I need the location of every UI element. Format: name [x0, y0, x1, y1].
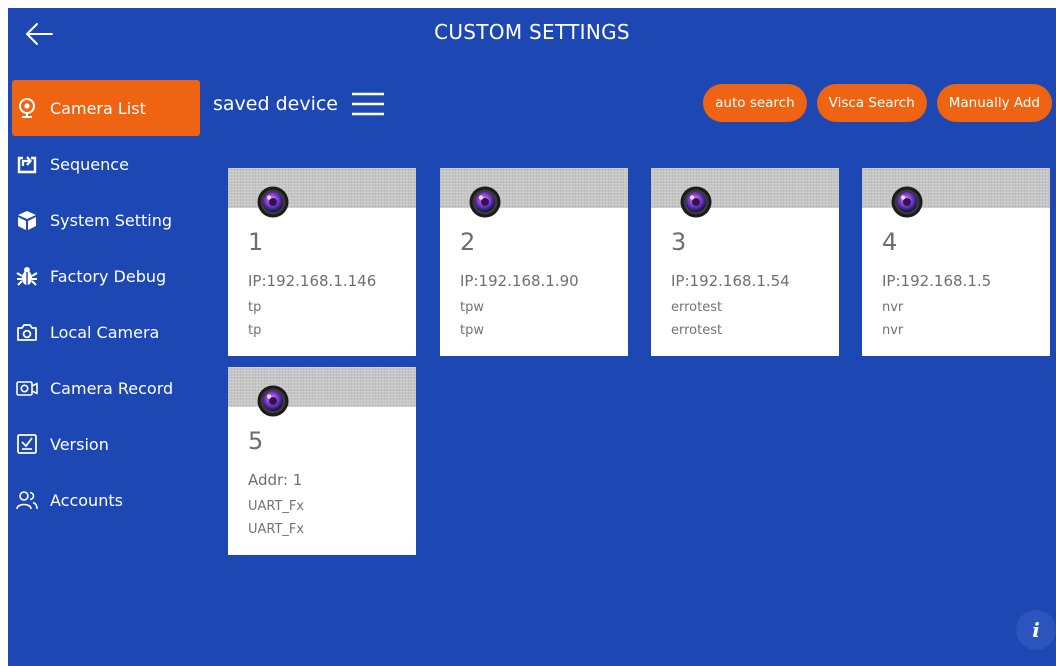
- camera-lens-icon: [469, 186, 501, 218]
- device-card-4[interactable]: 4 IP:192.168.1.5 nvr nvr: [862, 168, 1050, 356]
- camera-lens-icon: [680, 186, 712, 218]
- manually-add-button[interactable]: Manually Add: [936, 84, 1052, 122]
- device-user: tp: [248, 323, 262, 338]
- device-card-2[interactable]: 2 IP:192.168.1.90 tpw tpw: [440, 168, 628, 356]
- device-name: tp: [248, 300, 262, 315]
- device-number: 3: [671, 228, 687, 256]
- sidebar-item-label: System Setting: [50, 210, 173, 230]
- device-name: tpw: [460, 300, 484, 315]
- sidebar-item-version[interactable]: Version: [8, 416, 200, 472]
- app-window: CUSTOM SETTINGS Camera List Sequence Sys…: [8, 8, 1056, 666]
- device-card-3[interactable]: 3 IP:192.168.1.54 errotest errotest: [651, 168, 839, 356]
- sidebar-item-camera-list[interactable]: Camera List: [12, 80, 200, 136]
- sidebar-item-system-setting[interactable]: System Setting: [8, 192, 200, 248]
- camera-lens-icon: [257, 385, 289, 417]
- camera-icon: [16, 321, 38, 343]
- device-card-5[interactable]: 5 Addr: 1 UART_Fx UART_Fx: [228, 367, 416, 555]
- saved-device-header: saved device: [213, 88, 386, 120]
- device-user: nvr: [882, 323, 904, 338]
- webcam-icon: [16, 97, 38, 119]
- device-user: errotest: [671, 323, 723, 338]
- info-button[interactable]: i: [1016, 610, 1056, 650]
- sidebar-item-accounts[interactable]: Accounts: [8, 472, 200, 528]
- device-card-1[interactable]: 1 IP:192.168.1.146 tp tp: [228, 168, 416, 356]
- device-number: 2: [460, 228, 476, 256]
- bug-icon: [16, 265, 38, 287]
- sequence-icon: [16, 153, 38, 175]
- sidebar-item-factory-debug[interactable]: Factory Debug: [8, 248, 200, 304]
- checkbox-icon: [16, 433, 38, 455]
- camera-lens-icon: [891, 186, 923, 218]
- box-icon: [16, 209, 38, 231]
- device-address: IP:192.168.1.5: [882, 272, 992, 290]
- section-title: saved device: [213, 93, 338, 115]
- top-strip: [0, 0, 1056, 8]
- device-user: UART_Fx: [248, 522, 305, 537]
- sidebar-item-sequence[interactable]: Sequence: [8, 136, 200, 192]
- sidebar-item-label: Sequence: [50, 154, 129, 174]
- device-address: Addr: 1: [248, 471, 303, 489]
- sidebar-item-local-camera[interactable]: Local Camera: [8, 304, 200, 360]
- camera-lens-icon: [257, 186, 289, 218]
- device-address: IP:192.168.1.54: [671, 272, 790, 290]
- action-buttons: auto search Visca Search Manually Add: [703, 84, 1052, 122]
- device-number: 5: [248, 427, 264, 455]
- device-name: UART_Fx: [248, 499, 305, 514]
- hamburger-menu-icon[interactable]: [350, 91, 386, 117]
- title-bar: CUSTOM SETTINGS: [8, 8, 1056, 60]
- page-title: CUSTOM SETTINGS: [434, 20, 630, 44]
- device-address: IP:192.168.1.90: [460, 272, 579, 290]
- sidebar-item-label: Accounts: [50, 490, 123, 510]
- sidebar-item-label: Local Camera: [50, 322, 160, 342]
- users-icon: [16, 489, 38, 511]
- device-user: tpw: [460, 323, 484, 338]
- device-number: 4: [882, 228, 898, 256]
- auto-search-button[interactable]: auto search: [703, 84, 807, 122]
- device-address: IP:192.168.1.146: [248, 272, 377, 290]
- sidebar-item-label: Camera Record: [50, 378, 174, 398]
- sidebar-item-camera-record[interactable]: Camera Record: [8, 360, 200, 416]
- visca-search-button[interactable]: Visca Search: [816, 84, 927, 122]
- device-number: 1: [248, 228, 264, 256]
- sidebar-item-label: Factory Debug: [50, 266, 167, 286]
- device-name: nvr: [882, 300, 904, 315]
- sidebar-item-label: Camera List: [50, 98, 146, 118]
- sidebar-item-label: Version: [50, 434, 109, 454]
- device-name: errotest: [671, 300, 723, 315]
- sidebar: Camera List Sequence System Setting Fact…: [8, 80, 200, 528]
- video-camera-icon: [16, 377, 38, 399]
